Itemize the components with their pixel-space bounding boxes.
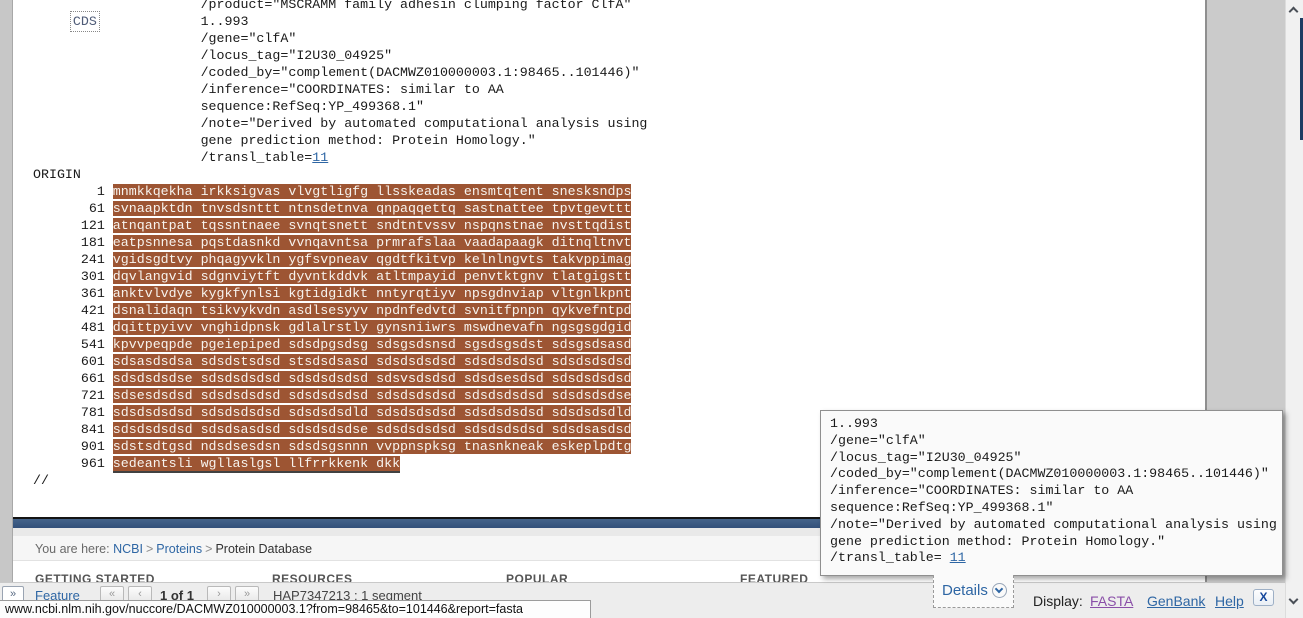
display-help-link[interactable]: Help — [1215, 593, 1244, 609]
ncbi-sequence-viewer-screen: /product="MSCRAMM family adhesin clumpin… — [0, 0, 1303, 618]
breadcrumb-prefix: You are here: — [35, 542, 110, 556]
sequence-line-highlight: dqittpyivv vnghidpnsk gdlalrstly gynsnii… — [113, 320, 632, 335]
display-genbank-link[interactable]: GenBank — [1147, 593, 1205, 609]
breadcrumb-separator: > — [143, 542, 156, 556]
sequence-line-highlight: sdsdsdsdsd sdsdsdsdsd sdsdsdsdld sdsdsds… — [113, 405, 632, 420]
sequence-line-highlight: atnqantpat tqssntnaee svnqtsnett sndtntv… — [113, 218, 632, 233]
status-bar-url: www.ncbi.nlm.nih.gov/nuccore/DACMWZ01000… — [5, 602, 523, 616]
feature-details-tooltip: 1..993 /gene="clfA" /locus_tag="I2U30_04… — [820, 410, 1283, 576]
details-button-label: Details — [942, 582, 988, 599]
genbank-flatfile: /product="MSCRAMM family adhesin clumpin… — [33, 0, 647, 489]
display-label: Display: — [1033, 593, 1083, 609]
breadcrumb-separator: > — [202, 542, 215, 556]
sequence-line-highlight: dqvlangvid sdgnviytft dyvntkddvk atltmpa… — [113, 269, 632, 284]
close-viewer-button[interactable]: X — [1253, 589, 1274, 606]
sequence-line-highlight: kpvvpeqpde pgeiepiped sdsdpgsdsg sdsgsds… — [113, 337, 632, 352]
sequence-line-highlight: svnaapktdn tnvsdsnttt ntnsdetnva qnpaqqe… — [113, 201, 632, 216]
sequence-line-highlight: eatpsnnesa pqstdasnkd vvnqavntsa prmrafs… — [113, 235, 632, 250]
sequence-line-highlight: dsnalidaqn tsikvykvdn asdlsesyyv npdnfed… — [113, 303, 632, 318]
sequence-line-highlight: anktvlvdye kygkfynlsi kgtidgidkt nntyrqt… — [113, 286, 632, 301]
left-gray-strip — [0, 0, 13, 582]
tooltip-text: 1..993 /gene="clfA" /locus_tag="I2U30_04… — [830, 416, 1277, 567]
breadcrumb-link-proteins[interactable]: Proteins — [156, 542, 202, 556]
sequence-line-highlight: mnmkkqekha irkksigvas vlvgtligfg llsskea… — [113, 184, 632, 199]
sequence-line-highlight: sdsdsdsdsd sdsdsasdsd sdsdsdsdse sdsdsds… — [113, 422, 632, 437]
breadcrumb-link-ncbi[interactable]: NCBI — [113, 542, 143, 556]
sequence-line-highlight: sdsesdsdsd sdsdsdsdsd sdsdsdsdsd sdsdsds… — [113, 388, 632, 403]
breadcrumb: You are here: NCBI>Proteins>Protein Data… — [35, 542, 312, 556]
feature-key-cds[interactable]: CDS — [73, 14, 97, 29]
sequence-line-highlight: sdstsdtgsd ndsdsesdsn sdsdsgsnnn vvppnsp… — [113, 439, 632, 454]
sequence-line-highlight: sdsasdsdsa sdsdstsdsd stsdsdsasd sdsdsds… — [113, 354, 632, 369]
chevron-down-icon — [992, 583, 1007, 598]
sequence-line-highlight: sdsdsdsdse sdsdsdsdsd sdsdsdsdsd sdsvsds… — [113, 371, 632, 386]
details-button[interactable]: Details — [933, 575, 1014, 608]
tooltip-transl-table-link[interactable]: 11 — [950, 550, 966, 565]
sequence-line-highlight: sedeantsli wgllaslgsl llfrrkkenk dkk — [113, 456, 400, 471]
sequence-line-highlight: vgidsgdtvy phqagyvkln ygfsvpneav qgdtfki… — [113, 252, 632, 267]
transl-table-link[interactable]: 11 — [312, 150, 328, 165]
breadcrumb-current: Protein Database — [215, 542, 312, 556]
status-bar: www.ncbi.nlm.nih.gov/nuccore/DACMWZ01000… — [0, 600, 591, 618]
display-fasta-link[interactable]: FASTA — [1090, 593, 1133, 609]
